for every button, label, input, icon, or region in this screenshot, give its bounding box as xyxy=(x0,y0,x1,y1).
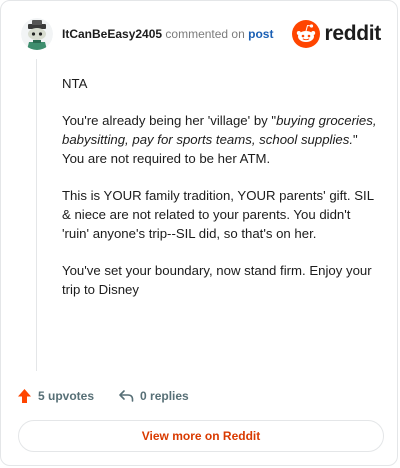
reddit-wordmark: reddit xyxy=(324,22,381,45)
comment-body: NTA You're already being her 'village' b… xyxy=(62,74,378,317)
commented-on-text: commented on xyxy=(165,27,245,41)
thread-line xyxy=(36,59,37,371)
reddit-brand[interactable]: reddit xyxy=(292,20,381,48)
replies-stat[interactable]: 0 replies xyxy=(118,389,189,403)
comment-paragraph: You've set your boundary, now stand firm… xyxy=(62,263,372,297)
comment-embed-card: ItCanBeEasy2405 commented on post reddit… xyxy=(0,0,398,466)
comment-paragraph: NTA xyxy=(62,76,88,91)
comment-header: ItCanBeEasy2405 commented on post reddit xyxy=(21,18,381,50)
comment-paragraph: This is YOUR family tradition, YOUR pare… xyxy=(62,188,374,241)
username-link[interactable]: ItCanBeEasy2405 xyxy=(62,27,162,41)
upvote-arrow-icon xyxy=(18,389,31,403)
comment-paragraph: You're already being her 'village' by "b… xyxy=(62,111,378,168)
snoo-avatar-icon xyxy=(21,18,53,50)
upvotes-stat[interactable]: 5 upvotes xyxy=(17,388,94,404)
reddit-logo-icon xyxy=(292,20,321,48)
upvotes-count: 5 upvotes xyxy=(38,389,95,403)
post-link[interactable]: post xyxy=(248,27,273,41)
replies-count: 0 replies xyxy=(140,389,189,403)
byline: ItCanBeEasy2405 commented on post xyxy=(62,27,273,41)
comment-footer: 5 upvotes 0 replies xyxy=(17,385,213,407)
comment-text: You're already being her 'village' by " xyxy=(62,113,277,128)
view-more-on-reddit-button[interactable]: View more on Reddit xyxy=(18,420,384,452)
avatar[interactable] xyxy=(21,18,53,50)
reply-arrow-icon xyxy=(119,390,134,402)
